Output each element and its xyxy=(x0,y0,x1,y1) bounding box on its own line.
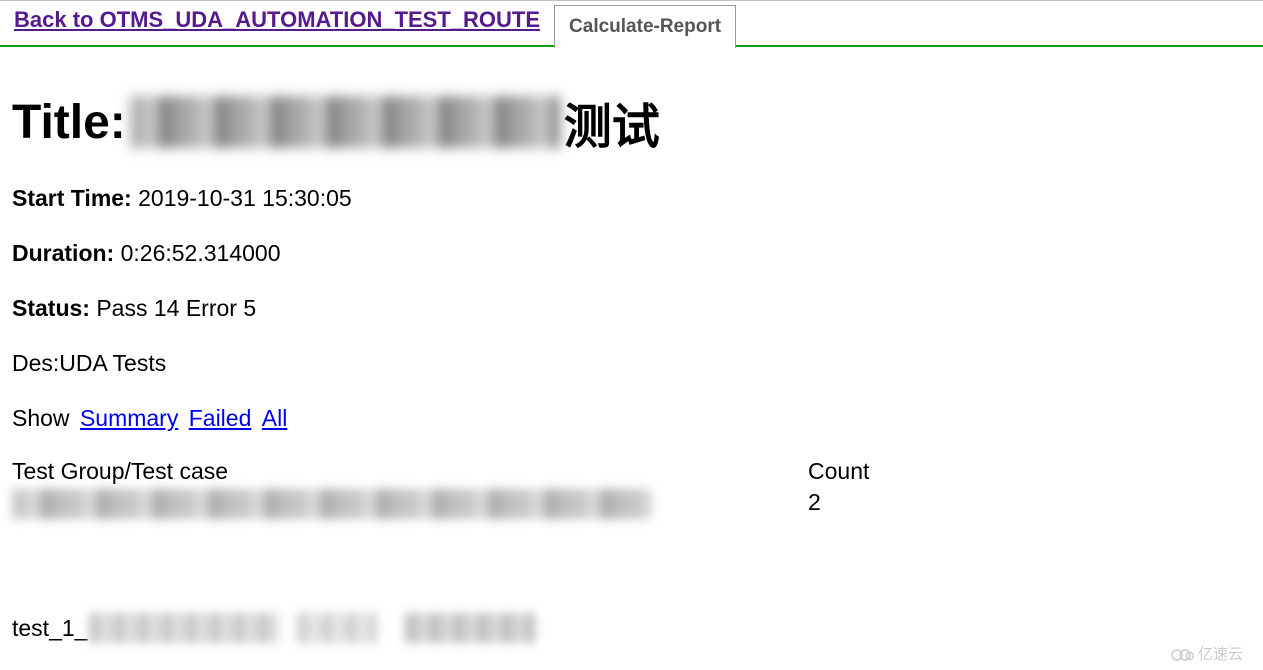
show-label: Show xyxy=(12,405,70,431)
duration-value: 0:26:52.314000 xyxy=(121,240,281,266)
filter-failed-link[interactable]: Failed xyxy=(189,405,252,431)
title-suffix: 测试 xyxy=(564,87,660,157)
redacted-test-part3 xyxy=(405,613,535,643)
duration-label: Duration: xyxy=(12,240,114,266)
title-label: Title: xyxy=(12,95,126,150)
status-line: Status: Pass 14 Error 5 xyxy=(12,295,1251,322)
filter-line: Show Summary Failed All xyxy=(12,405,1251,432)
test-prefix: test_1_ xyxy=(12,615,87,642)
redacted-test-part2 xyxy=(297,613,377,643)
description-line: Des:UDA Tests xyxy=(12,350,1251,377)
status-label: Status: xyxy=(12,295,90,321)
filter-all-link[interactable]: All xyxy=(262,405,288,431)
start-time-line: Start Time: 2019-10-31 15:30:05 xyxy=(12,185,1251,212)
watermark: 亿速云 xyxy=(1170,643,1243,664)
redacted-test-part1 xyxy=(89,613,279,643)
back-link[interactable]: Back to OTMS_UDA_AUTOMATION_TEST_ROUTE xyxy=(0,1,548,33)
status-value: Pass 14 Error 5 xyxy=(96,295,256,321)
redacted-title xyxy=(130,96,560,148)
duration-line: Duration: 0:26:52.314000 xyxy=(12,240,1251,267)
table-row: 2 xyxy=(12,489,1251,525)
top-bar: Back to OTMS_UDA_AUTOMATION_TEST_ROUTE C… xyxy=(0,0,1263,47)
tab-calculate-report[interactable]: Calculate-Report xyxy=(554,5,736,48)
table-col2-header: Count xyxy=(808,458,1251,485)
watermark-text: 亿速云 xyxy=(1198,643,1243,664)
start-time-value: 2019-10-31 15:30:05 xyxy=(138,185,352,211)
title-row: Title: 测试 xyxy=(12,87,1251,157)
filter-summary-link[interactable]: Summary xyxy=(80,405,178,431)
redacted-group-name xyxy=(12,489,652,519)
table-col1-header: Test Group/Test case xyxy=(12,458,808,485)
table-count-value: 2 xyxy=(808,489,1251,525)
test-case-row: test_1_ xyxy=(12,613,1251,643)
start-time-label: Start Time: xyxy=(12,185,132,211)
cloud-icon xyxy=(1170,646,1194,661)
table-header: Test Group/Test case Count xyxy=(12,458,1251,485)
